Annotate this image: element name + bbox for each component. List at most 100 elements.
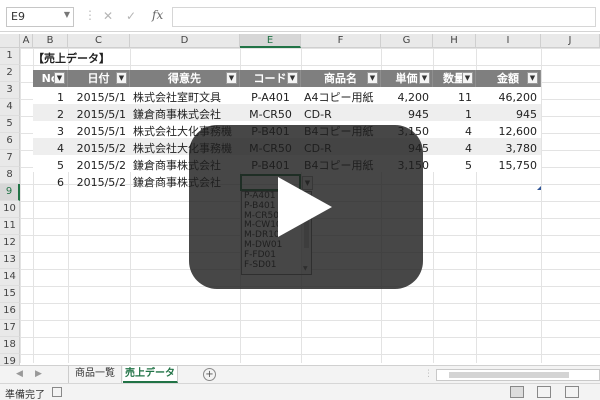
name-box[interactable]: E9 ▼ [6, 7, 74, 27]
normal-view-icon[interactable] [510, 386, 524, 398]
table-header-product[interactable]: 商品名 ▼ [301, 70, 381, 87]
table-cell[interactable]: 2015/5/2 [68, 174, 130, 191]
row-header-8[interactable]: 8 [0, 167, 20, 184]
row-header-2[interactable]: 2 [0, 65, 20, 82]
table-cell[interactable]: 4 [433, 123, 476, 140]
column-header-h[interactable]: H [433, 34, 476, 48]
page-break-view-icon[interactable] [565, 386, 579, 398]
table-cell[interactable]: 12,600 [476, 123, 541, 140]
column-header-j[interactable]: J [541, 34, 600, 48]
row-header-17[interactable]: 17 [0, 320, 20, 337]
table-cell[interactable]: 株式会社室町文具 [130, 89, 240, 106]
table-cell[interactable]: 5 [433, 157, 476, 174]
row-header-16[interactable]: 16 [0, 303, 20, 320]
play-icon[interactable] [278, 177, 332, 237]
table-cell[interactable]: 2 [33, 106, 68, 123]
row-header-12[interactable]: 12 [0, 235, 20, 252]
table-cell[interactable]: 945 [381, 106, 433, 123]
row-header-7[interactable]: 7 [0, 150, 20, 167]
row-header-10[interactable]: 10 [0, 201, 20, 218]
fx-icon[interactable]: fx [152, 8, 163, 22]
table-cell[interactable]: 4,200 [381, 89, 433, 106]
tab-sales-data[interactable]: 売上データ [123, 366, 178, 383]
page-layout-view-icon[interactable] [537, 386, 551, 398]
sheet-tab-bar: ◀ ▶ 商品一覧 売上データ + ⋮ [0, 365, 600, 383]
tab-product-list[interactable]: 商品一覧 [68, 366, 122, 383]
table-cell[interactable]: 11 [433, 89, 476, 106]
enter-icon[interactable]: ✓ [126, 9, 136, 23]
table-cell[interactable]: 鎌倉商事株式会社 [130, 106, 240, 123]
table-cell[interactable]: 945 [476, 106, 541, 123]
filter-icon[interactable]: ▼ [367, 72, 378, 84]
table-cell[interactable]: CD-R [301, 106, 381, 123]
table-cell[interactable]: 2015/5/2 [68, 157, 130, 174]
filter-icon[interactable]: ▼ [287, 72, 298, 84]
column-header-f[interactable]: F [301, 34, 381, 48]
filter-icon[interactable]: ▼ [419, 72, 430, 84]
row-header-18[interactable]: 18 [0, 337, 20, 354]
table-cell[interactable]: 3,780 [476, 140, 541, 157]
row-header-14[interactable]: 14 [0, 269, 20, 286]
table-header-price[interactable]: 単価 ▼ [381, 70, 433, 87]
filter-icon[interactable]: ▼ [116, 72, 127, 84]
filter-icon[interactable]: ▼ [527, 72, 538, 84]
table-cell[interactable]: 2015/5/2 [68, 140, 130, 157]
column-header-a[interactable]: A [20, 34, 33, 48]
formula-input[interactable] [172, 7, 596, 27]
row-header-15[interactable]: 15 [0, 286, 20, 303]
row-header-1[interactable]: 1 [0, 48, 20, 65]
table-header-no[interactable]: No ▼ [33, 70, 68, 87]
row-header-6[interactable]: 6 [0, 133, 20, 150]
scroll-thumb[interactable] [449, 372, 569, 378]
row-header-5[interactable]: 5 [0, 116, 20, 133]
table-header-qty[interactable]: 数量 ▼ [433, 70, 476, 87]
table-cell[interactable]: 6 [33, 174, 68, 191]
chevron-down-icon[interactable]: ▼ [64, 10, 70, 19]
table-cell[interactable]: 5 [33, 157, 68, 174]
row-header-13[interactable]: 13 [0, 252, 20, 269]
tab-prev-icon[interactable]: ◀ [16, 369, 23, 379]
filter-icon[interactable]: ▼ [226, 72, 237, 84]
table-cell[interactable]: 46,200 [476, 89, 541, 106]
column-header-e[interactable]: E [240, 34, 301, 48]
row-header-4[interactable]: 4 [0, 99, 20, 116]
table-cell[interactable]: P-A401 [240, 89, 301, 106]
table-header-customer[interactable]: 得意先 ▼ [130, 70, 240, 87]
row-header-3[interactable]: 3 [0, 82, 20, 99]
macro-record-icon[interactable] [52, 387, 62, 397]
filter-icon[interactable]: ▼ [54, 72, 65, 84]
add-sheet-icon[interactable]: + [203, 368, 216, 381]
header-label: 商品名 [324, 72, 357, 85]
column-header-c[interactable]: C [68, 34, 130, 48]
row-header-11[interactable]: 11 [0, 218, 20, 235]
table-cell[interactable]: A4コピー用紙 [301, 89, 381, 106]
table-cell[interactable]: 2015/5/1 [68, 106, 130, 123]
status-bar: 準備完了 [0, 383, 600, 400]
tab-next-icon[interactable]: ▶ [35, 369, 42, 379]
column-header-b[interactable]: B [33, 34, 68, 48]
drag-handle-icon[interactable]: ⋮ [424, 369, 433, 379]
table-cell[interactable]: 4 [33, 140, 68, 157]
sheet-title: 【売上データ】 [33, 52, 110, 65]
filter-icon[interactable]: ▼ [462, 72, 473, 84]
table-header-date[interactable]: 日付 ▼ [68, 70, 130, 87]
table-cell[interactable]: 1 [33, 89, 68, 106]
table-cell[interactable]: 2015/5/1 [68, 89, 130, 106]
cancel-icon[interactable]: ✕ [103, 9, 113, 23]
table-resize-handle[interactable] [537, 186, 541, 190]
column-header-i[interactable]: I [476, 34, 541, 48]
row-header-9[interactable]: 9 [0, 184, 20, 201]
header-label: コード [253, 72, 287, 85]
table-header-code[interactable]: コード ▼ [240, 70, 301, 87]
table-cell[interactable]: M-CR50 [240, 106, 301, 123]
table-cell[interactable]: 2015/5/1 [68, 123, 130, 140]
table-cell[interactable]: 3 [33, 123, 68, 140]
column-header-g[interactable]: G [381, 34, 433, 48]
column-header-d[interactable]: D [130, 34, 240, 48]
table-cell[interactable]: 15,750 [476, 157, 541, 174]
select-all-button[interactable] [0, 34, 20, 48]
table-cell[interactable]: 1 [433, 106, 476, 123]
horizontal-scrollbar[interactable] [436, 369, 600, 381]
table-cell[interactable]: 4 [433, 140, 476, 157]
table-header-amount[interactable]: 金額 ▼ [476, 70, 541, 87]
